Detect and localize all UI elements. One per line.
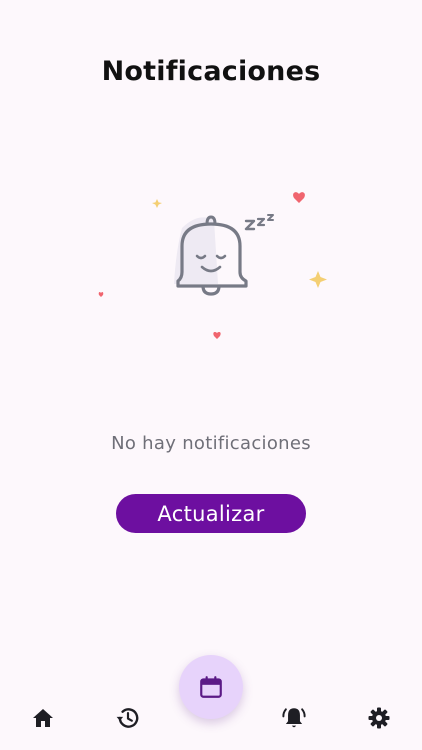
nav-notifications[interactable] [280, 704, 308, 732]
calendar-fab-button[interactable] [179, 655, 243, 719]
page-title: Notificaciones [101, 56, 321, 87]
notifications-active-icon [282, 708, 306, 728]
refresh-button[interactable]: Actualizar [116, 494, 306, 533]
calendar-icon [200, 676, 222, 698]
sleeping-bell-icon [98, 192, 327, 339]
history-icon [116, 708, 139, 728]
nav-home[interactable] [29, 704, 57, 732]
empty-notifications-message: No hay notificaciones [111, 433, 311, 454]
home-icon [33, 709, 53, 727]
nav-history[interactable] [114, 704, 142, 732]
sleeping-bell-illustration [90, 180, 340, 350]
settings-icon [368, 707, 390, 729]
nav-settings[interactable] [365, 704, 393, 732]
